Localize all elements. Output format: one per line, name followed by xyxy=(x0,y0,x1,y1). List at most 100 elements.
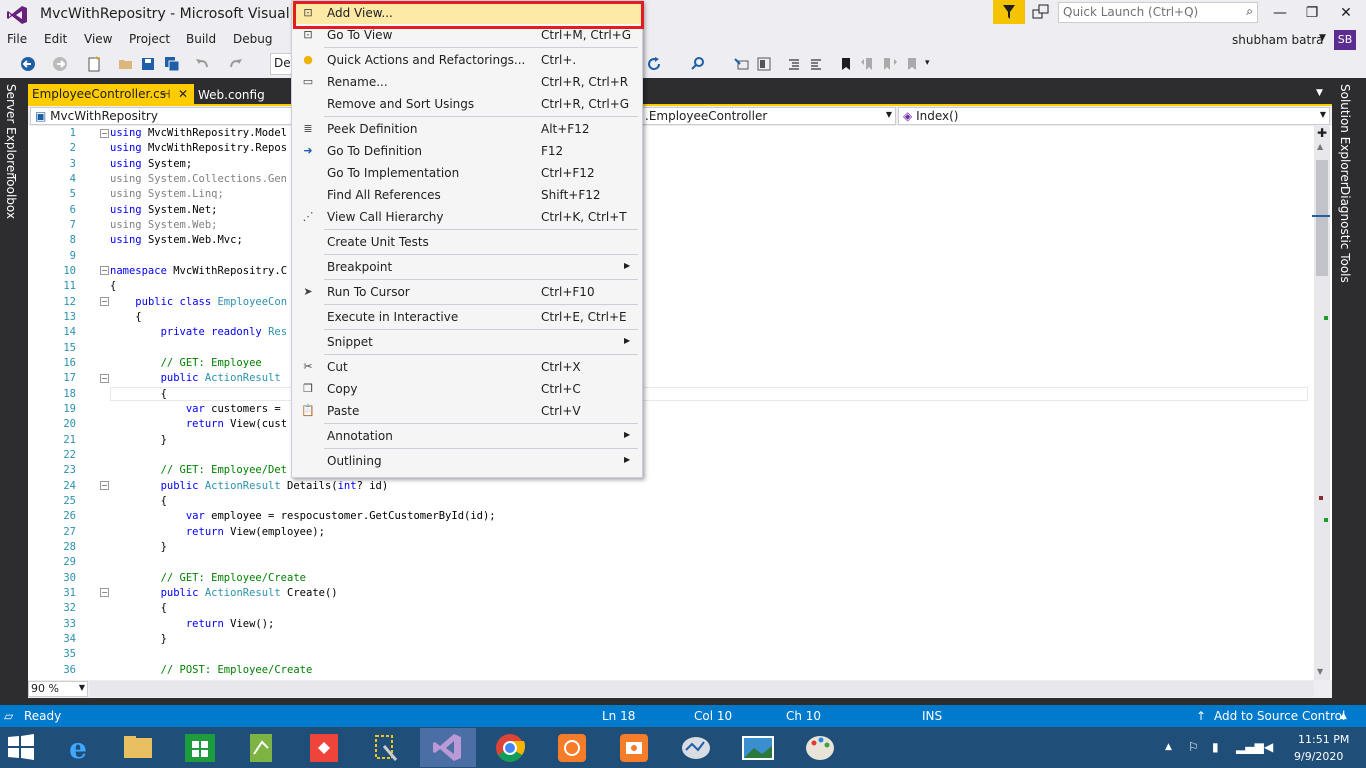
back-icon[interactable] xyxy=(20,56,36,72)
pin-icon[interactable]: ⊣ xyxy=(160,87,170,101)
undo-icon[interactable] xyxy=(194,56,210,72)
anydesk-icon[interactable] xyxy=(296,728,352,767)
save-icon[interactable] xyxy=(140,56,156,72)
code-line[interactable]: } xyxy=(110,541,167,553)
comment-lines-icon[interactable] xyxy=(786,56,802,72)
menu-item-cut[interactable]: ✂ Cut Ctrl+X xyxy=(292,356,642,378)
menu-item-breakpoint[interactable]: Breakpoint ▶ xyxy=(292,256,642,278)
code-line[interactable]: public ActionResult Details(int? id) xyxy=(110,480,389,492)
open-folder-icon[interactable] xyxy=(118,56,134,72)
volume-muted-icon[interactable]: ◀ xyxy=(1264,740,1273,754)
menu-item-create-unit-tests[interactable]: Create Unit Tests xyxy=(292,231,642,253)
maximize-button[interactable]: ❐ xyxy=(1294,0,1330,26)
menu-item-view-call-hierarchy[interactable]: ⋰ View Call Hierarchy Ctrl+K, Ctrl+T xyxy=(292,206,642,228)
paint-icon[interactable] xyxy=(792,728,848,767)
notification-filter-icon[interactable] xyxy=(993,0,1025,24)
photos-icon[interactable] xyxy=(730,728,786,767)
horizontal-scrollbar[interactable] xyxy=(90,681,1314,697)
code-line[interactable]: } xyxy=(110,434,167,446)
menu-debug[interactable]: Debug xyxy=(233,32,272,46)
menu-item-remove-and-sort-usings[interactable]: Remove and Sort Usings Ctrl+R, Ctrl+G xyxy=(292,93,642,115)
store-icon[interactable] xyxy=(172,728,228,767)
collapse-icon[interactable]: − xyxy=(100,297,109,306)
toolbar-overflow-icon[interactable]: ▾ xyxy=(925,58,930,68)
scroll-down-icon[interactable]: ▼ xyxy=(1317,667,1323,676)
tab-web-config[interactable]: Web.config xyxy=(196,86,290,106)
windows-start-icon[interactable] xyxy=(6,733,36,761)
menu-item-go-to-definition[interactable]: ➜ Go To Definition F12 xyxy=(292,140,642,162)
menu-item-find-all-references[interactable]: Find All References Shift+F12 xyxy=(292,184,642,206)
code-line[interactable]: return View(employee); xyxy=(110,526,325,538)
quick-launch-input[interactable]: Quick Launch (Ctrl+Q) ⌕ xyxy=(1058,2,1258,23)
project-dropdown[interactable]: ▣ MvcWithRepositry xyxy=(30,107,292,125)
menu-item-run-to-cursor[interactable]: ➤ Run To Cursor Ctrl+F10 xyxy=(292,281,642,303)
toolbox-tab[interactable]: Toolbox xyxy=(4,174,18,219)
code-line[interactable]: { xyxy=(110,602,167,614)
code-line[interactable]: using System.Web.Mvc; xyxy=(110,234,243,246)
code-line[interactable]: using System; xyxy=(110,158,192,170)
solution-explorer-tab[interactable]: Solution Explorer xyxy=(1338,84,1352,187)
menu-project[interactable]: Project xyxy=(129,32,170,46)
menu-view[interactable]: View xyxy=(84,32,112,46)
code-line[interactable]: { xyxy=(110,311,141,323)
code-line[interactable]: // GET: Employee xyxy=(110,357,262,369)
code-line[interactable]: namespace MvcWithRepositry.C xyxy=(110,265,287,277)
code-line[interactable]: // POST: Employee/Create xyxy=(110,664,313,676)
code-line[interactable]: public ActionResult Create() xyxy=(110,587,338,599)
chevron-up-icon[interactable]: ▲ xyxy=(1340,711,1347,721)
collapse-icon[interactable]: − xyxy=(100,266,109,275)
menu-item-snippet[interactable]: Snippet ▶ xyxy=(292,331,642,353)
refresh-icon[interactable] xyxy=(646,56,662,72)
step-icon[interactable] xyxy=(734,56,750,72)
collapse-icon[interactable]: − xyxy=(100,374,109,383)
save-all-icon[interactable] xyxy=(164,56,180,72)
code-line[interactable]: public class EmployeeCon xyxy=(110,296,287,308)
server-explorer-tab[interactable]: Server Explorer xyxy=(4,84,18,177)
menu-item-rename[interactable]: ▭ Rename... Ctrl+R, Ctrl+R xyxy=(292,71,642,93)
uncomment-lines-icon[interactable] xyxy=(808,56,824,72)
code-line[interactable]: { xyxy=(110,280,116,292)
chrome-icon[interactable] xyxy=(482,728,538,767)
new-project-icon[interactable] xyxy=(86,56,102,72)
minimize-button[interactable]: — xyxy=(1262,0,1298,26)
visual-studio-taskbar-icon[interactable] xyxy=(420,728,476,767)
code-line[interactable]: using MvcWithRepositry.Repos xyxy=(110,142,287,154)
code-line[interactable]: { xyxy=(110,495,167,507)
menu-item-quick-actions-and-refactorings[interactable]: ● Quick Actions and Refactorings... Ctrl+. xyxy=(292,49,642,71)
file-explorer-icon[interactable] xyxy=(110,728,166,767)
menu-build[interactable]: Build xyxy=(186,32,216,46)
code-line[interactable]: public ActionResult xyxy=(110,372,281,384)
solution-configuration-dropdown[interactable]: De xyxy=(270,53,292,75)
menu-file[interactable]: File xyxy=(7,32,27,46)
zoom-dropdown[interactable]: 90 % ▼ xyxy=(28,681,88,697)
battery-icon[interactable]: ▮ xyxy=(1212,740,1219,754)
clear-bookmarks-icon[interactable] xyxy=(904,56,920,72)
menu-item-peek-definition[interactable]: ≣ Peek Definition Alt+F12 xyxy=(292,118,642,140)
code-line[interactable]: var employee = respocustomer.GetCustomer… xyxy=(110,510,496,522)
screen-recorder-icon[interactable] xyxy=(544,728,600,767)
split-editor-icon[interactable]: ✚ xyxy=(1314,126,1330,142)
class-dropdown[interactable]: .EmployeeController ▼ xyxy=(640,107,896,125)
menu-item-annotation[interactable]: Annotation ▶ xyxy=(292,425,642,447)
next-bookmark-icon[interactable] xyxy=(882,56,898,72)
signal-icon[interactable]: ▂▄▆ xyxy=(1236,740,1264,754)
code-line[interactable]: return View(); xyxy=(110,618,275,630)
internet-explorer-icon[interactable]: e xyxy=(50,728,106,767)
scrollbar-thumb[interactable] xyxy=(1316,160,1328,276)
user-name[interactable]: shubham batra xyxy=(1232,33,1324,47)
code-line[interactable]: // GET: Employee/Create xyxy=(110,572,306,584)
collapse-icon[interactable]: − xyxy=(100,481,109,490)
avatar[interactable]: SB xyxy=(1334,30,1356,50)
clock-time[interactable]: 11:51 PM xyxy=(1298,733,1349,746)
tray-chevron-up-icon[interactable]: ▲ xyxy=(1165,742,1172,752)
code-line[interactable]: using System.Collections.Gen xyxy=(110,173,287,185)
collapse-icon[interactable]: − xyxy=(100,588,109,597)
performance-monitor-icon[interactable] xyxy=(668,728,724,767)
redo-icon[interactable] xyxy=(228,56,244,72)
code-line[interactable]: using System.Linq; xyxy=(110,188,224,200)
bookmark-icon[interactable] xyxy=(838,56,854,72)
menu-item-paste[interactable]: 📋 Paste Ctrl+V xyxy=(292,400,642,422)
close-button[interactable]: ✕ xyxy=(1328,0,1364,26)
member-dropdown[interactable]: ◈ Index() ▼ xyxy=(898,107,1330,125)
layout-icon[interactable] xyxy=(756,56,772,72)
